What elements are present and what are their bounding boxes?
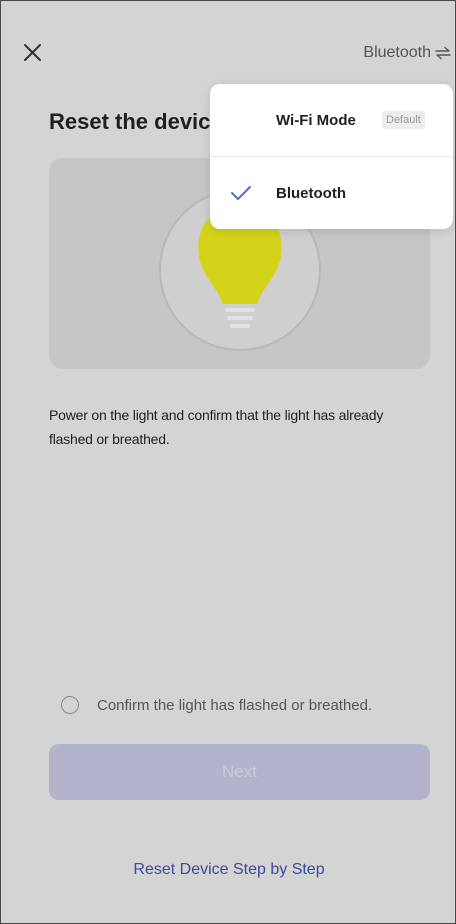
dropdown-item-label: Wi-Fi Mode [276, 111, 356, 129]
app-screen: Bluetooth Reset the device Power on the … [0, 0, 456, 924]
dropdown-item-bluetooth[interactable]: Bluetooth [210, 157, 453, 229]
next-button[interactable]: Next [49, 744, 430, 800]
confirm-checkbox[interactable]: Confirm the light has flashed or breathe… [61, 693, 372, 717]
mode-switch-label: Bluetooth [363, 44, 431, 61]
next-button-label: Next [222, 762, 257, 781]
confirm-label: Confirm the light has flashed or breathe… [97, 696, 373, 714]
reset-step-by-step-link[interactable]: Reset Device Step by Step [1, 861, 455, 879]
instruction-text: Power on the light and confirm that the … [49, 407, 384, 447]
default-badge: Default [382, 111, 425, 129]
close-button[interactable] [19, 39, 47, 67]
radio-circle-icon[interactable] [61, 696, 79, 714]
mode-switch-button[interactable]: Bluetooth [363, 41, 451, 65]
dropdown-item-label: Bluetooth [276, 184, 346, 202]
dropdown-item-wifi-mode[interactable]: Wi-Fi Mode Default [210, 84, 453, 156]
mode-dropdown-menu: Wi-Fi Mode Default Bluetooth [210, 84, 453, 229]
page-title: Reset the device [49, 109, 223, 134]
close-icon [24, 44, 41, 61]
swap-icon [435, 46, 451, 60]
check-icon [231, 186, 251, 200]
